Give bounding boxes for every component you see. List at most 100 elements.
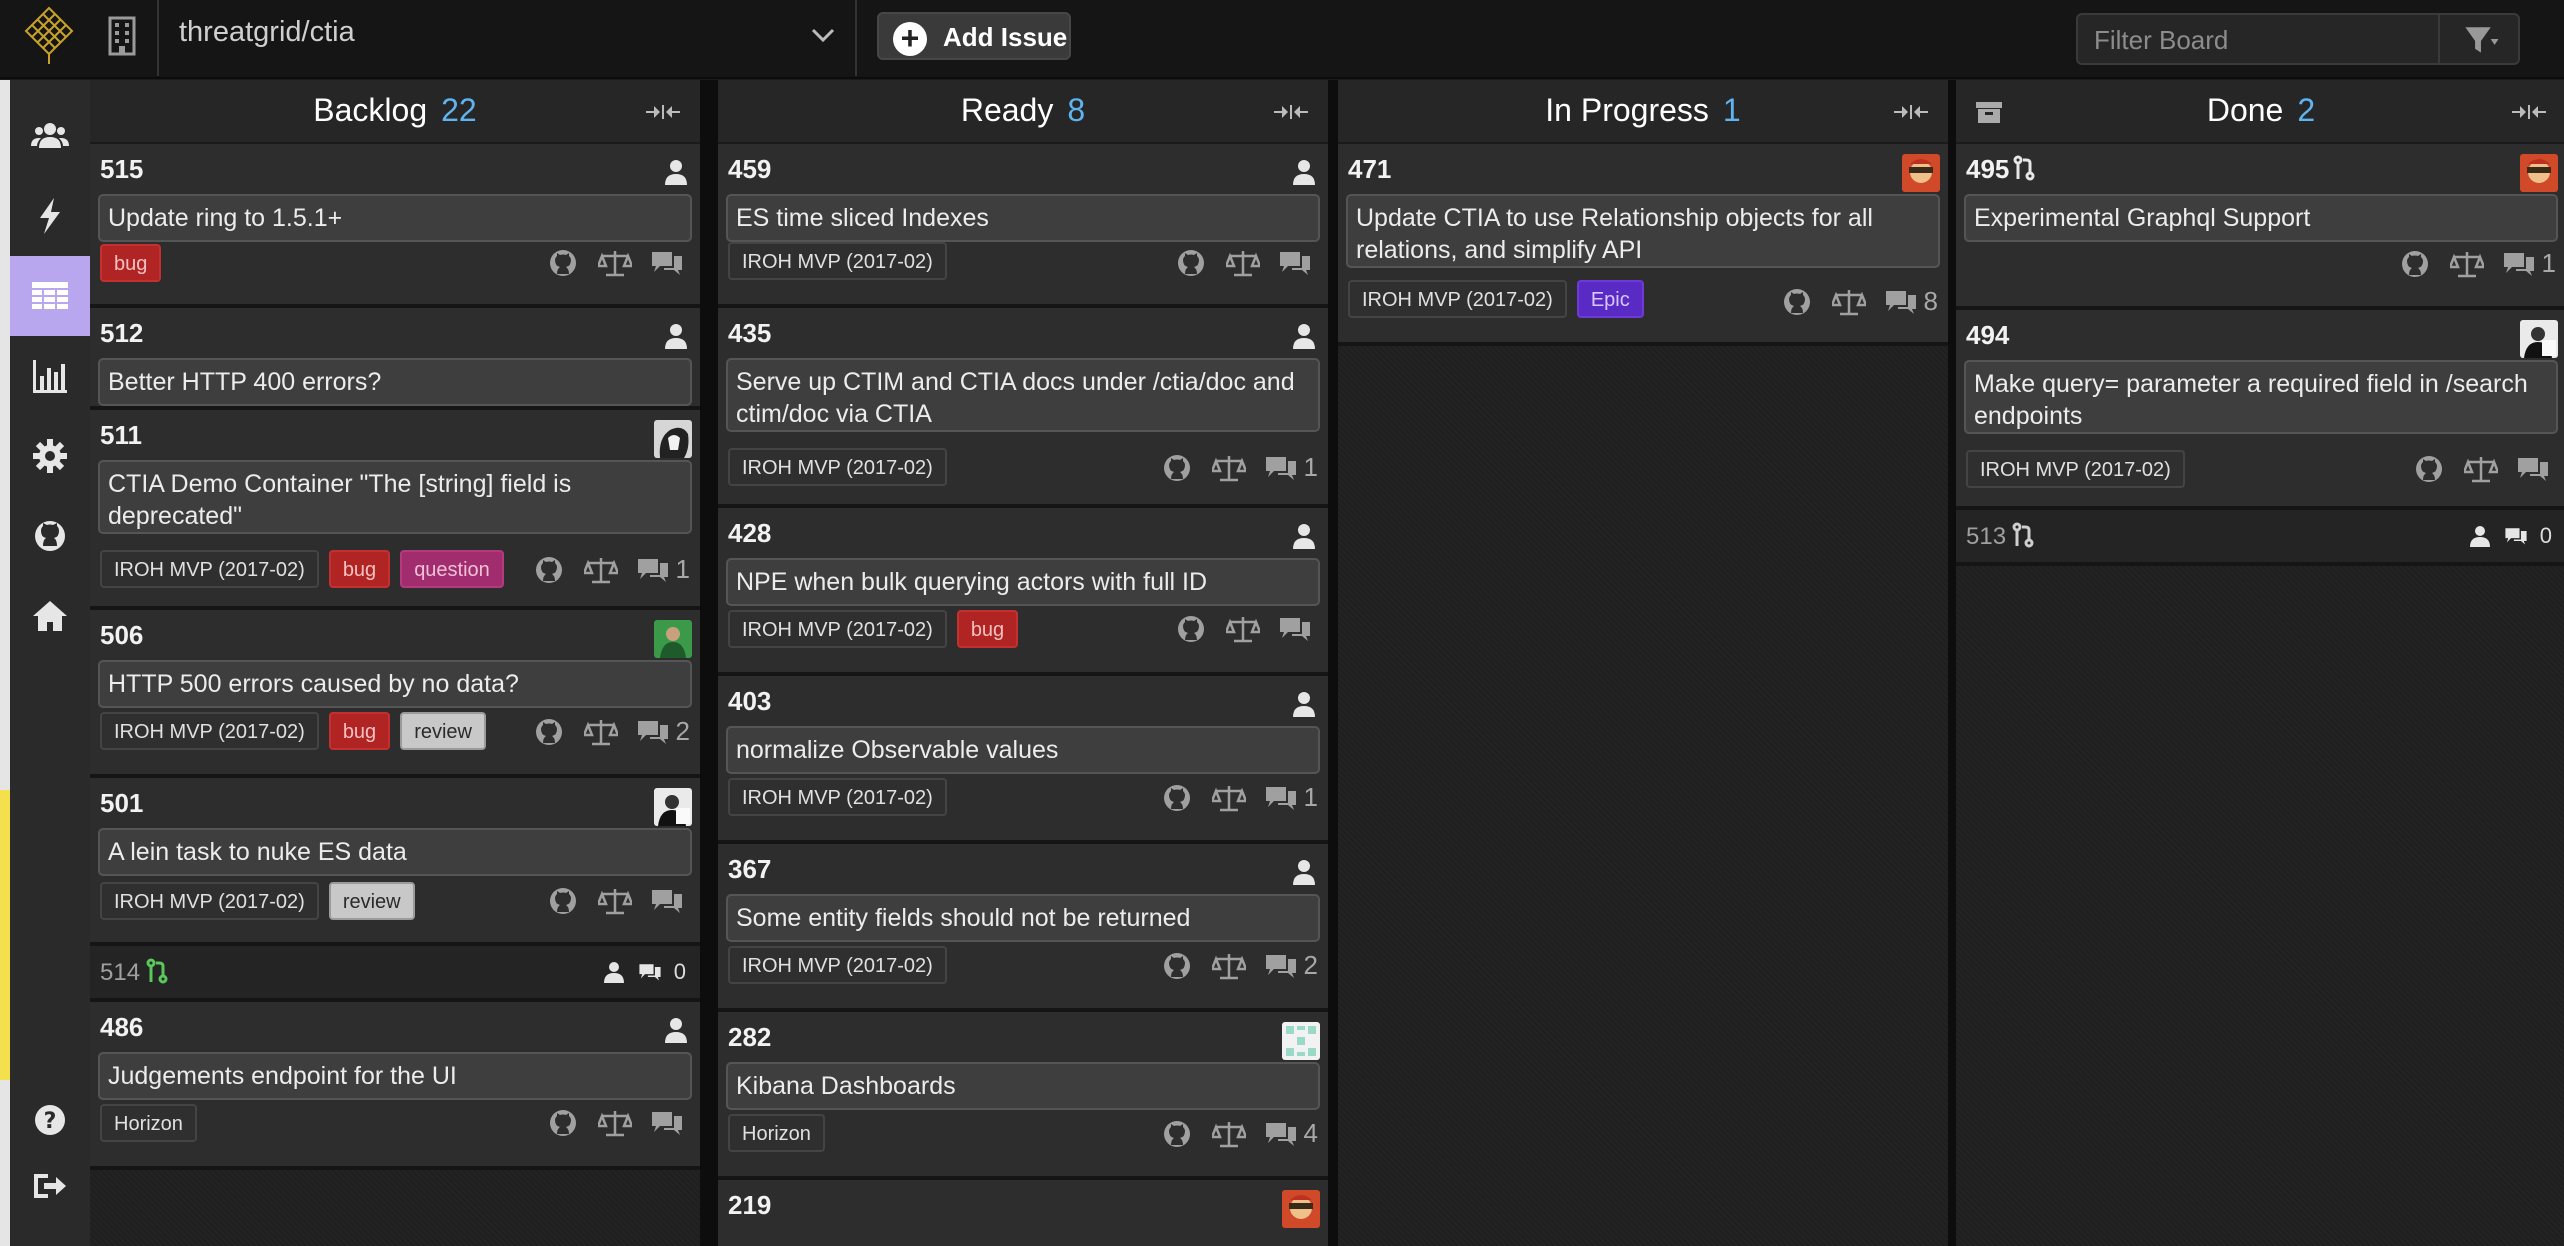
github-icon[interactable]	[546, 248, 580, 278]
scale-icon[interactable]	[2449, 249, 2484, 279]
comments[interactable]	[650, 886, 690, 916]
scale-icon[interactable]	[583, 555, 618, 585]
issue-card[interactable]: 367 Some entity fields should not be ret…	[718, 844, 1328, 1012]
label-milestone[interactable]: IROH MVP (2017-02)	[728, 946, 947, 984]
issue-card[interactable]: 515 Update ring to 1.5.1+ bug	[90, 144, 700, 308]
scale-icon[interactable]	[1226, 248, 1260, 278]
comments[interactable]	[2516, 454, 2556, 484]
collapse-column-icon[interactable]	[1894, 102, 1928, 122]
label-milestone[interactable]: IROH MVP (2017-02)	[728, 778, 947, 816]
github-icon[interactable]	[1160, 453, 1194, 483]
sidebar-item-settings[interactable]	[10, 416, 90, 496]
github-icon[interactable]	[1174, 614, 1208, 644]
label-milestone[interactable]: IROH MVP (2017-02)	[100, 550, 319, 588]
github-icon[interactable]	[2412, 454, 2446, 484]
label-milestone[interactable]: Horizon	[100, 1104, 197, 1142]
label-epic[interactable]: Epic	[1576, 280, 1644, 318]
issue-card[interactable]: 506 HTTP 500 errors caused by no data? I…	[90, 610, 700, 778]
github-icon[interactable]	[1174, 248, 1208, 278]
github-icon[interactable]	[1160, 951, 1194, 981]
issue-card[interactable]: 435 Serve up CTIM and CTIA docs under /c…	[718, 308, 1328, 508]
sidebar-item-logout[interactable]	[10, 1146, 90, 1226]
collapse-column-icon[interactable]	[2512, 102, 2546, 122]
issue-card[interactable]: 403 normalize Observable values IROH MVP…	[718, 676, 1328, 844]
label-bug[interactable]: bug	[328, 712, 391, 750]
sidebar-item-activity[interactable]	[10, 176, 90, 256]
scale-icon[interactable]	[1211, 453, 1246, 483]
github-icon[interactable]	[532, 555, 566, 585]
label-milestone[interactable]: IROH MVP (2017-02)	[100, 712, 319, 750]
issue-card[interactable]: 459 ES time sliced Indexes IROH MVP (201…	[718, 144, 1328, 308]
collapse-column-icon[interactable]	[646, 102, 680, 122]
github-icon[interactable]	[1780, 287, 1814, 317]
add-issue-button[interactable]: + Add Issue	[877, 12, 1071, 60]
label-bug[interactable]: bug	[328, 550, 391, 588]
issue-card[interactable]: 501 A lein task to nuke ES data IROH MVP…	[90, 778, 700, 946]
sidebar-item-reports[interactable]	[10, 336, 90, 416]
label-milestone[interactable]: IROH MVP (2017-02)	[728, 448, 947, 486]
issue-card[interactable]: 511 CTIA Demo Container "The [string] fi…	[90, 410, 700, 610]
issue-card[interactable]: 471 Update CTIA to use Relationship obje…	[1338, 144, 1948, 346]
label-milestone[interactable]: IROH MVP (2017-02)	[100, 882, 319, 920]
label-milestone[interactable]: IROH MVP (2017-02)	[1966, 450, 2185, 488]
scale-icon[interactable]	[598, 248, 632, 278]
scale-icon[interactable]	[598, 886, 632, 916]
label-question[interactable]: question	[400, 550, 504, 588]
github-icon[interactable]	[2398, 249, 2432, 279]
scale-icon[interactable]	[598, 1108, 632, 1138]
github-icon[interactable]	[546, 886, 580, 916]
scale-icon[interactable]	[1211, 783, 1246, 813]
label-review[interactable]: review	[328, 882, 415, 920]
filter-board-input[interactable]: Filter Board	[2076, 13, 2520, 65]
collapse-column-icon[interactable]	[1274, 102, 1308, 122]
scale-icon[interactable]	[583, 717, 618, 747]
issue-card[interactable]: 428 NPE when bulk querying actors with f…	[718, 508, 1328, 676]
scale-icon[interactable]	[2464, 454, 2498, 484]
comments[interactable]: 4	[1264, 1118, 1318, 1149]
comments[interactable]: 2	[636, 716, 690, 747]
sidebar-item-board[interactable]	[10, 256, 90, 336]
label-bug[interactable]: bug	[956, 610, 1019, 648]
github-icon[interactable]	[1160, 783, 1194, 813]
issue-card[interactable]: 494 Make query= parameter a required fie…	[1956, 310, 2564, 510]
issue-card[interactable]: 282 Kibana Dashboards Horizon 4	[718, 1012, 1328, 1180]
label-milestone[interactable]: IROH MVP (2017-02)	[1348, 280, 1567, 318]
scale-icon[interactable]	[1226, 614, 1260, 644]
archive-icon[interactable]	[1976, 100, 2002, 124]
comments[interactable]	[1278, 248, 1318, 278]
comments[interactable]	[650, 1108, 690, 1138]
scale-icon[interactable]	[1211, 1119, 1246, 1149]
scale-icon[interactable]	[1831, 287, 1866, 317]
comments[interactable]: 8	[1884, 286, 1938, 317]
comments[interactable]: 1	[2502, 248, 2556, 279]
comments[interactable]: 1	[636, 554, 690, 585]
add-issue-label: Add Issue	[943, 22, 1068, 52]
sidebar-item-team[interactable]	[10, 96, 90, 176]
label-milestone[interactable]: Horizon	[728, 1114, 825, 1152]
organization-icon[interactable]	[100, 12, 146, 60]
label-milestone[interactable]: IROH MVP (2017-02)	[728, 242, 947, 280]
logo-icon[interactable]	[20, 4, 78, 66]
repo-selector[interactable]: threatgrid/ctia	[157, 0, 857, 76]
issue-card-compact[interactable]: 514 0	[90, 946, 700, 1002]
issue-card[interactable]: 486 Judgements endpoint for the UI Horiz…	[90, 1002, 700, 1170]
comments[interactable]	[1278, 614, 1318, 644]
github-icon[interactable]	[546, 1108, 580, 1138]
comments[interactable]	[650, 248, 690, 278]
comments[interactable]: 1	[1264, 452, 1318, 483]
issue-card-compact[interactable]: 513 0	[1956, 510, 2564, 566]
label-review[interactable]: review	[400, 712, 486, 750]
label-milestone[interactable]: IROH MVP (2017-02)	[728, 610, 947, 648]
issue-card[interactable]: 495 Experimental Graphql Support 1	[1956, 144, 2564, 310]
filter-icon[interactable]	[2438, 15, 2518, 63]
comments[interactable]: 2	[1264, 950, 1318, 981]
issue-card[interactable]: 512 Better HTTP 400 errors? 1	[90, 308, 700, 442]
sidebar-item-github[interactable]	[10, 496, 90, 576]
comments[interactable]: 1	[1264, 782, 1318, 813]
github-icon[interactable]	[1160, 1119, 1194, 1149]
label-bug[interactable]: bug	[100, 244, 162, 282]
github-icon[interactable]	[532, 717, 566, 747]
sidebar-item-home[interactable]	[10, 576, 90, 656]
scale-icon[interactable]	[1211, 951, 1246, 981]
issue-card[interactable]: 219	[718, 1180, 1328, 1246]
